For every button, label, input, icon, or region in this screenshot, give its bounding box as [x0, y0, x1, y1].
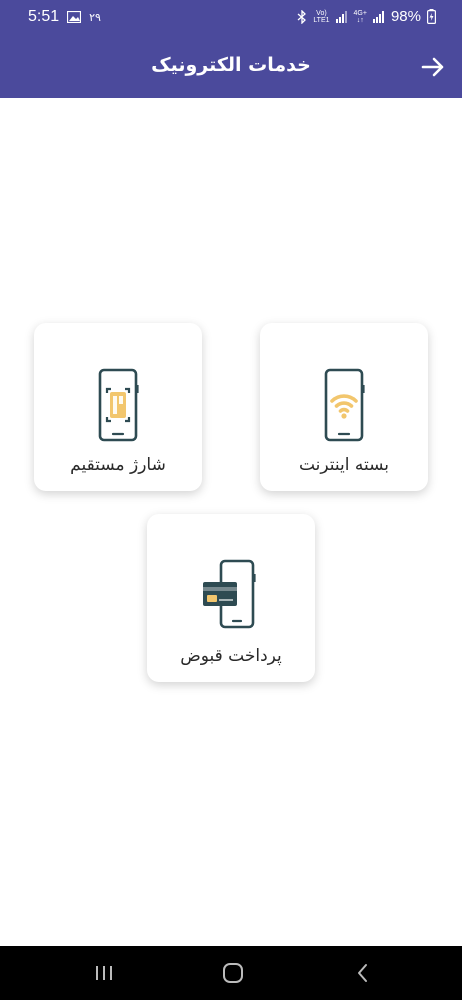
internet-package-card[interactable]: بسته اینترنت	[260, 323, 428, 491]
status-date-notification: ۲۹	[89, 11, 101, 24]
phone-wifi-icon	[324, 368, 365, 442]
status-right: Vo) LTE1 4G+ ↓↑ 98%	[297, 8, 436, 25]
volte-indicator: Vo) LTE1	[313, 10, 329, 24]
volte-text: Vo)	[316, 9, 327, 17]
status-left: 5:51 ۲۹	[28, 8, 101, 26]
system-nav-bar	[0, 946, 462, 1000]
internet-package-label: بسته اینترنت	[298, 455, 390, 475]
signal-icon	[335, 10, 347, 23]
direct-charge-label: شارژ مستقیم	[70, 455, 166, 475]
signal-2-icon	[372, 10, 384, 23]
4g-text: 4G+	[353, 9, 367, 17]
back-nav-icon[interactable]	[350, 960, 376, 986]
recent-apps-icon[interactable]	[91, 960, 117, 986]
phone-sim-icon	[98, 368, 139, 442]
arrow-right-icon[interactable]	[420, 54, 446, 80]
bill-payment-card[interactable]: پرداخت قبوض	[147, 514, 315, 682]
data-arrows: ↓↑	[356, 16, 364, 24]
bill-payment-label: پرداخت قبوض	[180, 646, 282, 666]
status-bar: 5:51 ۲۹ Vo) LTE1 4G+ ↓↑ 98%	[0, 0, 462, 36]
direct-charge-card[interactable]: شارژ مستقیم	[34, 323, 202, 491]
home-icon[interactable]	[220, 960, 246, 986]
bluetooth-icon	[297, 9, 307, 24]
battery-percent: 98%	[390, 8, 421, 25]
lte-text: LTE1	[313, 16, 330, 24]
network-type-indicator: 4G+ ↓↑	[354, 10, 367, 24]
page-title: خدمات الکترونیک	[151, 54, 311, 76]
app-bar: خدمات الکترونیک	[0, 36, 462, 98]
status-time: 5:51	[28, 8, 60, 25]
gallery-notification-icon	[67, 11, 82, 23]
phone-card-icon	[203, 559, 256, 629]
battery-charging-icon	[427, 9, 436, 24]
